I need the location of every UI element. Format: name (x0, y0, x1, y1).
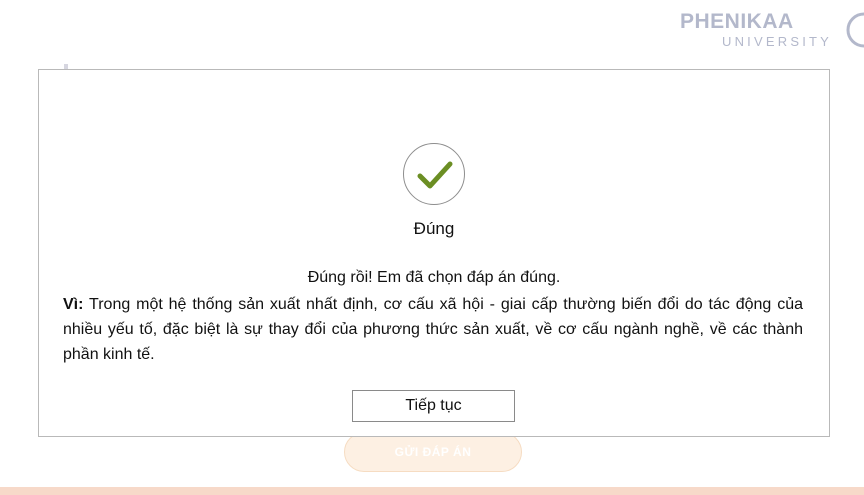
result-message: Đúng rồi! Em đã chọn đáp án đúng. (307, 269, 561, 286)
logo-arc-icon (846, 12, 864, 48)
result-badge (403, 143, 465, 205)
explanation-text: Trong một hệ thống sản xuất nhất định, c… (63, 296, 803, 363)
check-icon (417, 161, 453, 189)
logo-name: PHENIKAA (680, 10, 794, 33)
continue-button[interactable]: Tiếp tục (352, 390, 515, 422)
explanation: Vì: Trong một hệ thống sản xuất nhất địn… (63, 292, 803, 367)
university-logo: PHENIKAA UNIVERSITY (680, 8, 864, 52)
result-dialog: Đúng Đúng rồi! Em đã chọn đáp án đúng. V… (38, 69, 830, 437)
result-title: Đúng (413, 219, 455, 238)
logo-subtitle: UNIVERSITY (722, 34, 833, 49)
explanation-label: Vì: (63, 296, 84, 313)
submit-answer-button[interactable]: GỬI ĐÁP ÁN (344, 432, 522, 472)
bottom-bar (0, 487, 864, 495)
